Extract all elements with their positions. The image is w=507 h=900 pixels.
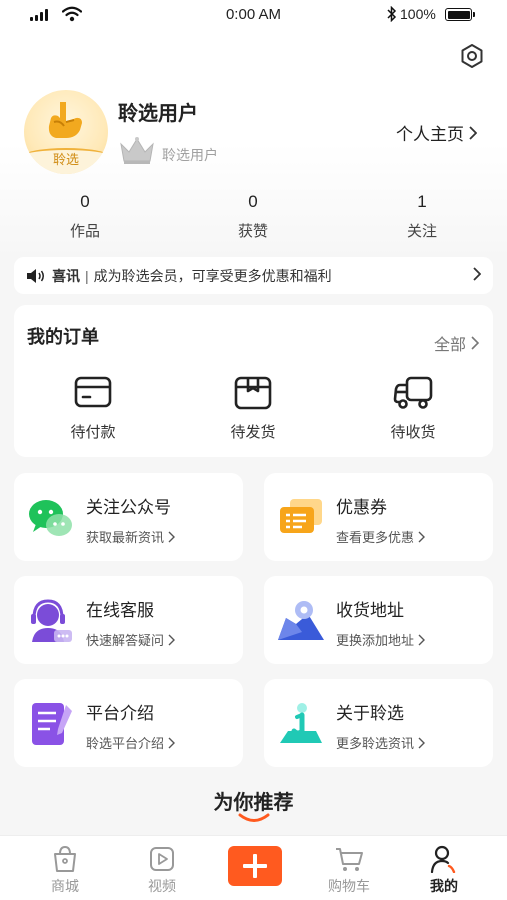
- location-icon: [278, 601, 324, 640]
- recommend-title: 为你推荐: [213, 792, 294, 814]
- order-pending-shipment[interactable]: 待发货: [203, 375, 303, 442]
- stat-label: 作品: [69, 223, 100, 240]
- tile-title: 关于聆选: [336, 704, 404, 723]
- info-icon: [280, 703, 322, 743]
- tile-subtitle: 聆选平台介绍: [86, 733, 176, 752]
- order-pending-receipt[interactable]: 待收货: [363, 375, 463, 442]
- orders-title: 我的订单: [27, 327, 99, 347]
- customer-service-icon: [31, 599, 72, 642]
- video-icon: [150, 847, 174, 871]
- tile-title: 优惠券: [336, 498, 387, 517]
- profile-stats: 0 作品 0 获赞 1 关注: [0, 192, 507, 244]
- chevron-right-icon: [168, 737, 176, 748]
- tab-mall[interactable]: 商城: [35, 844, 95, 896]
- stat-label: 获赞: [237, 223, 268, 240]
- coupon-icon: [280, 499, 322, 533]
- tile-title: 平台介绍: [86, 704, 154, 723]
- smile-underline-icon: [238, 813, 270, 822]
- my-orders-card: 我的订单 全部 待付款 待发货 待收货: [14, 305, 493, 457]
- notice-separator: |: [85, 267, 89, 284]
- chevron-right-icon: [469, 125, 477, 140]
- tab-cart[interactable]: 购物车: [319, 844, 379, 896]
- tile-title: 收货地址: [336, 601, 404, 620]
- tab-label: 我的: [430, 878, 458, 894]
- stat-label: 关注: [406, 223, 437, 240]
- orders-all-link[interactable]: 全部: [434, 331, 479, 355]
- tile-shipping-address[interactable]: 收货地址 更换添加地址: [264, 576, 493, 664]
- tile-title: 在线客服: [86, 601, 154, 620]
- chevron-right-icon: [418, 737, 426, 748]
- tile-coupons[interactable]: 优惠券 查看更多优惠: [264, 473, 493, 561]
- tile-subtitle: 快速解答疑问: [86, 630, 176, 649]
- tile-subtitle: 查看更多优惠: [336, 527, 426, 546]
- hand-logo-icon: [48, 102, 82, 138]
- wallet-icon: [74, 376, 112, 408]
- tile-subtitle: 更换添加地址: [336, 630, 426, 649]
- member-level: 聆选用户: [162, 147, 218, 163]
- tab-video[interactable]: 视频: [132, 844, 192, 896]
- homepage-label: 个人主页: [396, 125, 464, 144]
- tile-follow-official-account[interactable]: 关注公众号 获取最新资讯: [14, 473, 243, 561]
- stat-works[interactable]: 0 作品: [25, 192, 145, 241]
- stat-value: 0: [248, 192, 258, 211]
- stat-value: 1: [417, 192, 427, 211]
- status-bar: 0:00 AM 100%: [0, 0, 507, 30]
- settings-gear-icon[interactable]: [458, 42, 486, 70]
- cart-icon: [336, 848, 363, 871]
- tile-about[interactable]: 关于聆选 更多聆选资讯: [264, 679, 493, 767]
- avatar-label: 聆选: [52, 152, 79, 167]
- avatar[interactable]: 聆选: [24, 90, 108, 174]
- battery-icon: [445, 8, 475, 21]
- stat-value: 0: [80, 192, 90, 211]
- tile-platform-intro[interactable]: 平台介绍 聆选平台介绍: [14, 679, 243, 767]
- order-label: 待发货: [230, 424, 276, 441]
- tile-subtitle-text: 聆选平台介绍: [86, 736, 165, 751]
- user-icon: [430, 845, 456, 873]
- chevron-right-icon: [418, 634, 426, 645]
- chevron-right-icon: [168, 531, 176, 542]
- tile-title: 关注公众号: [86, 498, 171, 517]
- membership-notice[interactable]: 喜讯 | 成为聆选会员，可享受更多优惠和福利: [14, 257, 493, 294]
- tile-subtitle: 获取最新资讯: [86, 527, 176, 546]
- package-icon: [234, 376, 272, 410]
- tile-online-customer-service[interactable]: 在线客服 快速解答疑问: [14, 576, 243, 664]
- document-icon: [32, 703, 72, 745]
- wechat-icon: [29, 500, 72, 536]
- stat-likes[interactable]: 0 获赞: [193, 192, 313, 241]
- tile-subtitle-text: 更换添加地址: [336, 633, 415, 648]
- orders-all-label: 全部: [433, 337, 466, 354]
- stat-following[interactable]: 1 关注: [362, 192, 482, 241]
- truck-icon: [393, 376, 433, 409]
- battery-percent: 100%: [400, 6, 436, 22]
- personal-homepage-link[interactable]: 个人主页: [396, 120, 477, 145]
- tab-label: 视频: [148, 878, 176, 894]
- chevron-right-icon: [418, 531, 426, 542]
- tile-subtitle-text: 更多聆选资讯: [336, 736, 415, 751]
- tile-subtitle-text: 快速解答疑问: [86, 633, 165, 648]
- tab-label: 商城: [51, 878, 79, 894]
- speaker-icon: [27, 268, 44, 283]
- chevron-right-icon: [168, 634, 176, 645]
- username: 聆选用户: [118, 103, 198, 125]
- shopping-bag-icon: [54, 845, 76, 872]
- tile-subtitle-text: 查看更多优惠: [336, 530, 415, 545]
- notice-text: 成为聆选会员，可享受更多优惠和福利: [93, 267, 332, 284]
- order-label: 待收货: [390, 424, 436, 441]
- crown-icon: [120, 137, 154, 164]
- tile-subtitle: 更多聆选资讯: [336, 733, 426, 752]
- order-pending-payment[interactable]: 待付款: [43, 375, 143, 442]
- publish-plus-button[interactable]: [228, 846, 282, 886]
- notice-tag: 喜讯: [52, 267, 80, 284]
- tab-mine[interactable]: 我的: [414, 844, 474, 896]
- tile-subtitle-text: 获取最新资讯: [86, 530, 165, 545]
- bluetooth-icon: [387, 6, 397, 22]
- chevron-right-icon: [471, 336, 479, 350]
- chevron-right-icon: [473, 267, 481, 281]
- tab-label: 购物车: [328, 878, 370, 894]
- order-label: 待付款: [70, 424, 116, 441]
